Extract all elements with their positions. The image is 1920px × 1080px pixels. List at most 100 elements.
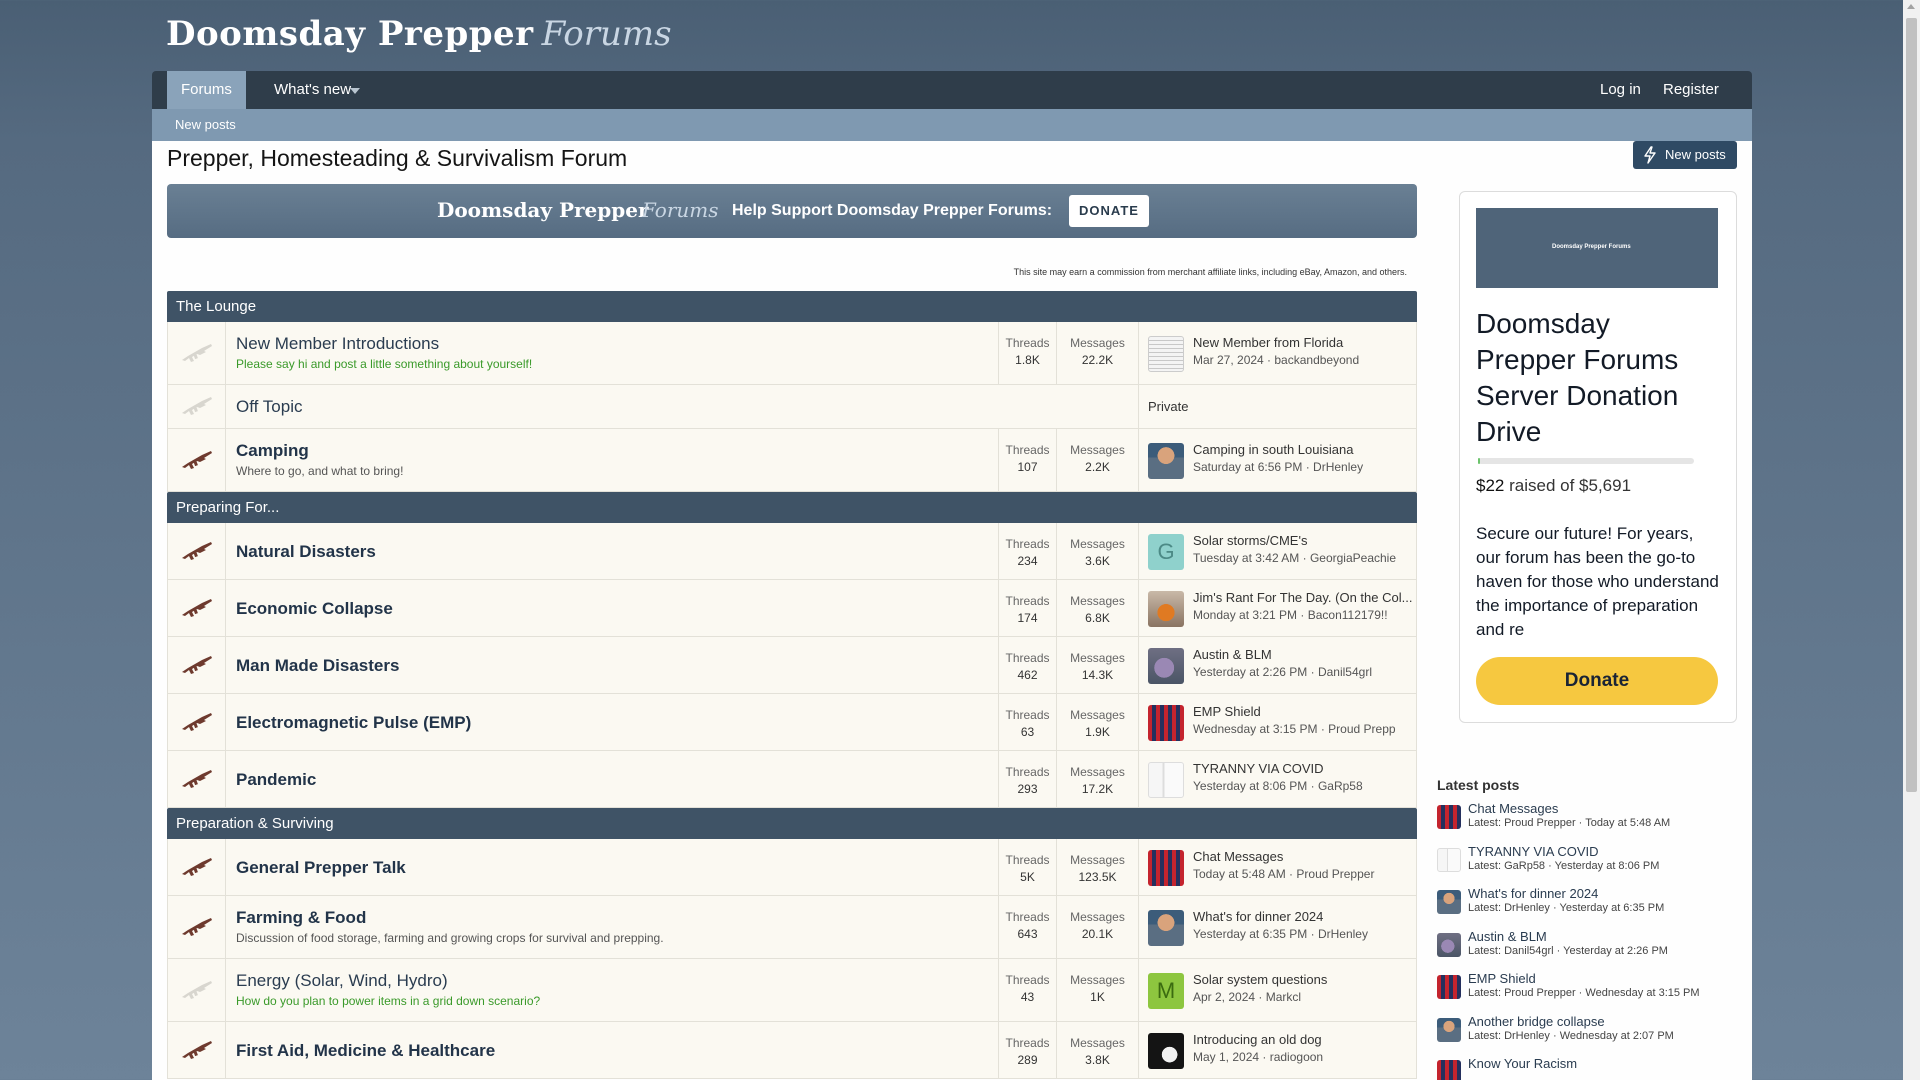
- last-post-meta[interactable]: May 1, 2024 · radiogoon: [1193, 1050, 1323, 1064]
- forum-title-link[interactable]: General Prepper Talk: [236, 858, 406, 878]
- forum-icon-cell[interactable]: [168, 694, 226, 750]
- forum-title-link[interactable]: First Aid, Medicine & Healthcare: [236, 1041, 495, 1061]
- avatar[interactable]: [1437, 805, 1461, 829]
- avatar[interactable]: [1148, 705, 1184, 741]
- forum-icon-cell[interactable]: [168, 580, 226, 636]
- last-post-meta[interactable]: Tuesday at 3:42 AM · GeorgiaPeachie: [1193, 551, 1396, 565]
- scrollbar-thumb[interactable]: [1906, 18, 1917, 792]
- latest-post-meta[interactable]: Latest: DrHenley · Wednesday at 2:07 PM: [1468, 1030, 1674, 1042]
- latest-post-meta[interactable]: Latest: Danil54grl · Yesterday at 2:26 P…: [1468, 945, 1668, 957]
- last-post-title-link[interactable]: TYRANNY VIA COVID: [1193, 761, 1413, 776]
- last-post-title-link[interactable]: New Member from Florida: [1193, 335, 1413, 350]
- latest-post-title-link[interactable]: What's for dinner 2024: [1468, 886, 1598, 901]
- last-post-title-link[interactable]: What's for dinner 2024: [1193, 909, 1413, 924]
- last-post-meta[interactable]: Wednesday at 3:15 PM · Proud Prepp: [1193, 722, 1396, 736]
- avatar[interactable]: [1437, 1017, 1461, 1042]
- latest-post-title-link[interactable]: TYRANNY VIA COVID: [1468, 844, 1599, 859]
- login-link[interactable]: Log in: [1600, 71, 1641, 109]
- avatar[interactable]: M: [1148, 973, 1184, 1009]
- latest-post-title-link[interactable]: Another bridge collapse: [1468, 1014, 1605, 1029]
- man-avatar[interactable]: [1148, 443, 1184, 479]
- white-avatar[interactable]: [1148, 762, 1184, 798]
- newspaper-avatar[interactable]: [1148, 336, 1184, 372]
- man-avatar[interactable]: [1148, 910, 1184, 946]
- avatar[interactable]: [1437, 1060, 1461, 1080]
- flag-avatar[interactable]: [1148, 705, 1184, 741]
- last-post-title-link[interactable]: Solar system questions: [1193, 972, 1413, 987]
- tab-forums[interactable]: Forums: [167, 71, 246, 109]
- latest-post-meta[interactable]: Latest: GaRp58 · Yesterday at 8:06 PM: [1468, 860, 1659, 872]
- avatar[interactable]: G: [1148, 534, 1184, 570]
- forum-icon-cell[interactable]: [168, 1022, 226, 1078]
- avatar[interactable]: [1437, 932, 1461, 957]
- last-post-title-link[interactable]: Austin & BLM: [1193, 647, 1413, 662]
- letter-avatar[interactable]: G: [1148, 534, 1184, 570]
- last-post-meta[interactable]: Saturday at 6:56 PM · DrHenley: [1193, 460, 1363, 474]
- latest-post-meta[interactable]: Latest: Proud Prepper · Wednesday at 3:1…: [1468, 987, 1700, 999]
- last-post-title-link[interactable]: Introducing an old dog: [1193, 1032, 1413, 1047]
- man-avatar[interactable]: [1437, 1017, 1461, 1042]
- man-avatar[interactable]: [1437, 890, 1461, 914]
- avatar[interactable]: [1437, 847, 1461, 872]
- new-posts-button[interactable]: New posts: [1633, 141, 1737, 169]
- last-post-title-link[interactable]: Jim's Rant For The Day. (On the Col...: [1193, 590, 1413, 605]
- forum-title-link[interactable]: Off Topic: [236, 397, 302, 417]
- page-scrollbar[interactable]: [1903, 0, 1920, 1080]
- white-avatar[interactable]: [1437, 847, 1461, 872]
- last-post-title-link[interactable]: Camping in south Louisiana: [1193, 442, 1413, 457]
- sidebar-donate-button[interactable]: Donate: [1476, 657, 1718, 705]
- avatar[interactable]: [1148, 443, 1184, 479]
- banner-donate-button[interactable]: DONATE: [1069, 195, 1149, 227]
- avatar[interactable]: [1148, 1033, 1184, 1069]
- flag-avatar[interactable]: [1148, 850, 1184, 886]
- dog-avatar[interactable]: [1148, 1033, 1184, 1069]
- last-post-title-link[interactable]: Solar storms/CME's: [1193, 533, 1413, 548]
- avatar[interactable]: [1148, 336, 1184, 372]
- latest-post-title-link[interactable]: Chat Messages: [1468, 801, 1558, 816]
- category-header[interactable]: Preparation & Surviving: [167, 808, 1417, 839]
- avatar[interactable]: [1148, 910, 1184, 946]
- forum-title-link[interactable]: Pandemic: [236, 770, 316, 790]
- forum-icon-cell[interactable]: [168, 959, 226, 1021]
- last-post-title-link[interactable]: Chat Messages: [1193, 849, 1413, 864]
- forum-title-link[interactable]: Electromagnetic Pulse (EMP): [236, 713, 471, 733]
- latest-post-title-link[interactable]: Know Your Racism: [1468, 1056, 1577, 1071]
- last-post-meta[interactable]: Monday at 3:21 PM · Bacon112179!!: [1193, 608, 1388, 622]
- forum-title-link[interactable]: Camping: [236, 441, 403, 461]
- scroll-up-arrow-icon[interactable]: [1907, 4, 1915, 9]
- category-header[interactable]: The Lounge: [167, 291, 1417, 322]
- chevron-down-icon[interactable]: [350, 88, 360, 94]
- forum-icon-cell[interactable]: [168, 385, 226, 428]
- avatar[interactable]: [1437, 890, 1461, 914]
- orange-avatar[interactable]: [1148, 591, 1184, 627]
- avatar[interactable]: [1437, 975, 1461, 999]
- avatar[interactable]: [1148, 648, 1184, 684]
- forum-title-link[interactable]: Farming & Food: [236, 908, 664, 928]
- avatar[interactable]: [1148, 762, 1184, 798]
- latest-post-title-link[interactable]: EMP Shield: [1468, 971, 1536, 986]
- avatar[interactable]: [1148, 591, 1184, 627]
- last-post-meta[interactable]: Today at 5:48 AM · Proud Prepper: [1193, 867, 1374, 881]
- last-post-meta[interactable]: Yesterday at 8:06 PM · GaRp58: [1193, 779, 1363, 793]
- flag-avatar[interactable]: [1437, 805, 1461, 829]
- site-logo[interactable]: Doomsday Prepper Forums: [166, 14, 672, 54]
- avatar[interactable]: [1148, 850, 1184, 886]
- forum-icon-cell[interactable]: [168, 322, 226, 384]
- last-post-meta[interactable]: Mar 27, 2024 · backandbeyond: [1193, 353, 1359, 367]
- forum-title-link[interactable]: Energy (Solar, Wind, Hydro): [236, 971, 540, 991]
- letter-avatar[interactable]: M: [1148, 973, 1184, 1009]
- forum-icon-cell[interactable]: [168, 429, 226, 491]
- flag-avatar[interactable]: [1437, 975, 1461, 999]
- latest-post-meta[interactable]: Latest: Proud Prepper · Today at 5:48 AM: [1468, 817, 1670, 829]
- forum-icon-cell[interactable]: [168, 751, 226, 807]
- forum-icon-cell[interactable]: [168, 637, 226, 693]
- forum-title-link[interactable]: Economic Collapse: [236, 599, 393, 619]
- forum-title-link[interactable]: Man Made Disasters: [236, 656, 399, 676]
- forum-title-link[interactable]: New Member Introductions: [236, 334, 532, 354]
- forum-icon-cell[interactable]: [168, 523, 226, 579]
- subnav-new-posts[interactable]: New posts: [175, 117, 236, 132]
- last-post-meta[interactable]: Yesterday at 2:26 PM · Danil54grl: [1193, 665, 1372, 679]
- purple-avatar[interactable]: [1148, 648, 1184, 684]
- last-post-meta[interactable]: Yesterday at 6:35 PM · DrHenley: [1193, 927, 1368, 941]
- last-post-title-link[interactable]: EMP Shield: [1193, 704, 1413, 719]
